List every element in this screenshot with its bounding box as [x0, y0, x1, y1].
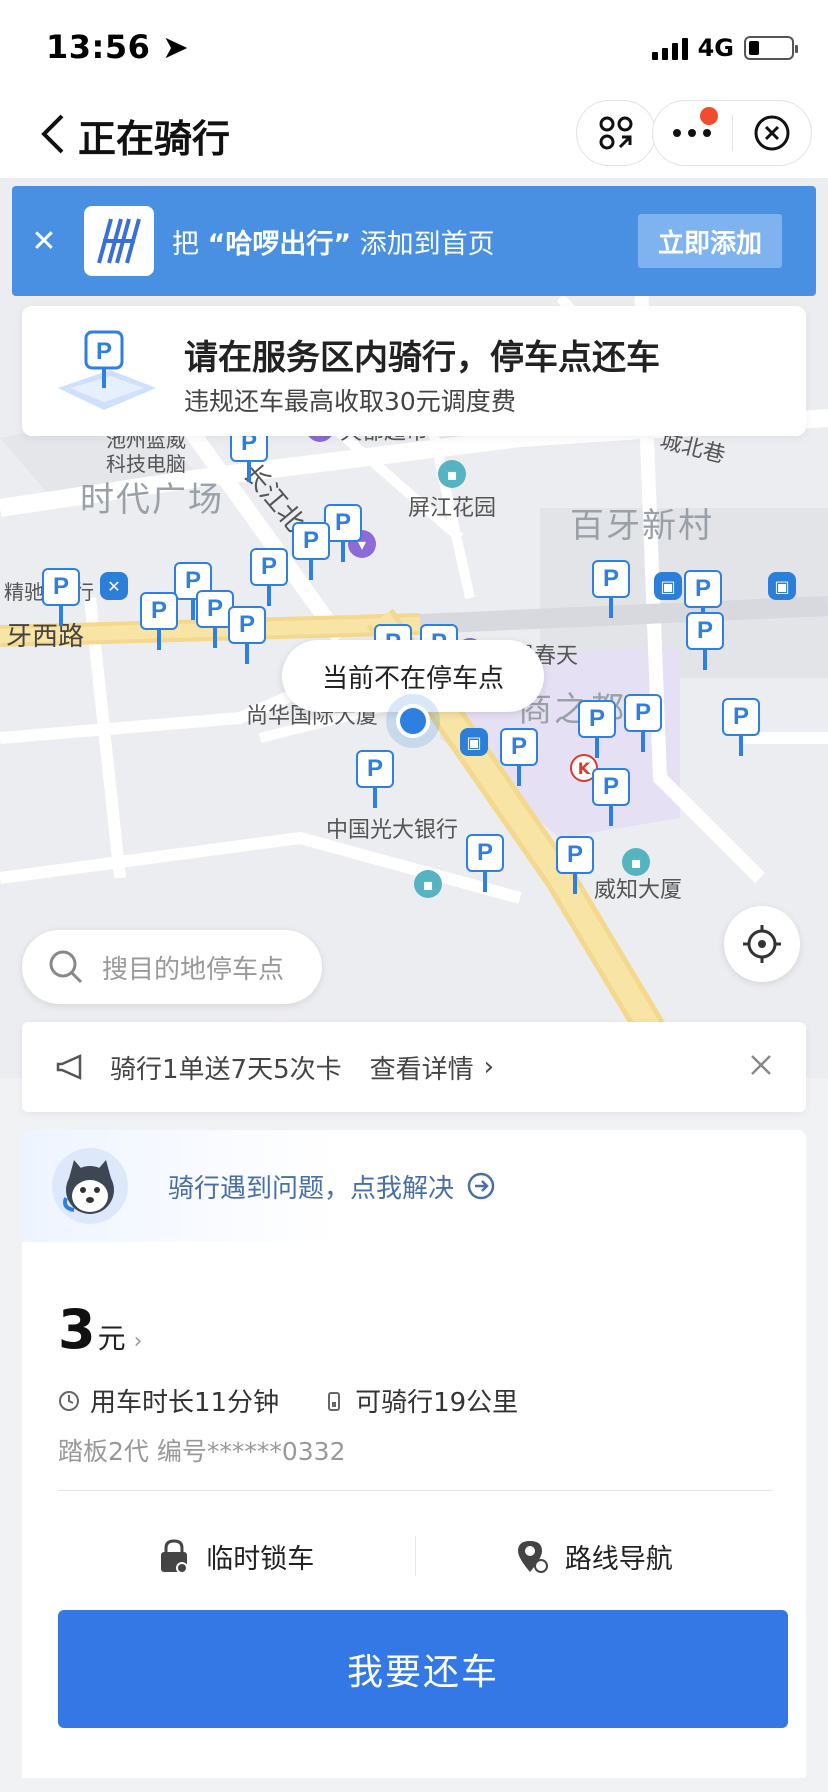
parking-marker[interactable]: P	[356, 750, 394, 808]
close-circle-icon	[754, 115, 790, 151]
ride-fee[interactable]: 3 元 ›	[58, 1298, 142, 1361]
notice-subtitle: 违规还车最高收取30元调度费	[184, 387, 516, 416]
parking-marker[interactable]: P	[624, 694, 662, 752]
title-bar: 正在骑行	[0, 90, 828, 178]
parking-marker[interactable]: P	[42, 568, 80, 626]
temporary-lock-label: 临时锁车	[206, 1543, 315, 1575]
parking-marker[interactable]: P	[592, 560, 630, 618]
promo-detail-link[interactable]: 查看详情	[370, 1049, 474, 1086]
parking-marker[interactable]: P	[722, 698, 760, 756]
user-location-marker	[396, 704, 430, 738]
more-button[interactable]	[653, 101, 732, 165]
map-view[interactable]: 天都超市 池州蓝威 科技电脑 城北巷 时代广场 长江北 屏江花园 百牙新村 精驰…	[0, 178, 828, 1078]
map-label-shidai: 时代广场	[80, 480, 224, 520]
search-icon	[49, 950, 83, 984]
network-type: 4G	[697, 34, 734, 62]
clock-icon	[59, 1390, 79, 1411]
page-title: 正在骑行	[78, 117, 231, 161]
promo-text: 骑行1单送7天5次卡	[110, 1054, 342, 1085]
add-to-home-banner: ✕ 把 “哈啰出行” 添加到首页 立即添加	[12, 186, 816, 296]
ride-info-card: 3 元 › 用车时长11分钟 可骑行19公里 踏板2代 编号******0332…	[22, 1242, 806, 1778]
husky-mascot-icon	[52, 1148, 128, 1224]
building-icon: ▪	[622, 848, 650, 876]
help-bar[interactable]: 骑行遇到问题，点我解决	[22, 1130, 806, 1242]
ride-fee-unit: 元	[97, 1322, 126, 1355]
map-label-guangda: 中国光大银行	[326, 818, 459, 843]
bus-stop-icon: ▣	[768, 572, 796, 600]
parking-marker[interactable]: P	[578, 700, 616, 758]
notification-dot	[699, 107, 718, 125]
battery-icon	[744, 36, 798, 60]
battery-level-icon	[328, 1391, 341, 1411]
return-bike-button[interactable]: 我要还车	[58, 1610, 788, 1728]
search-placeholder: 搜目的地停车点	[102, 954, 285, 985]
promo-bar[interactable]: 骑行1单送7天5次卡 查看详情 ›	[22, 1022, 806, 1112]
back-button[interactable]	[36, 110, 72, 158]
navigation-pin-icon	[517, 1541, 548, 1573]
status-bar: 13:56 ➤ 4G	[0, 0, 828, 90]
ride-range: 可骑行19公里	[355, 1388, 519, 1418]
service-area-notice: P 请在服务区内骑行，停车点还车 违规还车最高收取30元调度费	[22, 306, 806, 436]
scan-button[interactable]	[576, 100, 656, 166]
current-location-tip: 当前不在停车点	[282, 640, 544, 712]
parking-marker[interactable]: P	[686, 612, 724, 670]
destination-search-input[interactable]: 搜目的地停车点	[22, 930, 322, 1004]
parking-marker[interactable]: P	[140, 592, 178, 650]
banner-text: 把 “哈啰出行” 添加到首页	[172, 228, 495, 260]
scan-icon	[599, 116, 633, 150]
chevron-left-icon	[41, 114, 64, 154]
temporary-lock-button[interactable]: 临时锁车	[58, 1537, 415, 1576]
parking-marker[interactable]: P	[592, 768, 630, 826]
lock-icon	[161, 1539, 189, 1574]
ride-fee-amount: 3	[58, 1298, 96, 1361]
close-mini-program-button[interactable]	[733, 101, 812, 165]
locate-button[interactable]	[724, 906, 800, 982]
chevron-right-icon: ›	[483, 1052, 495, 1082]
bus-stop-icon: ▣	[460, 728, 488, 756]
route-navigation-label: 路线导航	[564, 1543, 673, 1575]
route-navigation-button[interactable]: 路线导航	[416, 1537, 773, 1576]
repair-icon: ✕	[100, 572, 128, 600]
banner-close-icon[interactable]: ✕	[12, 224, 76, 259]
map-label-weizhi: 威知大厦	[594, 878, 683, 903]
hellobike-logo-icon	[84, 206, 154, 276]
parking-marker[interactable]: P	[250, 548, 288, 606]
signal-icon	[651, 36, 688, 60]
location-arrow-icon: ➤	[162, 28, 190, 66]
parking-marker[interactable]: P	[556, 836, 594, 894]
megaphone-icon	[56, 1054, 82, 1080]
more-dots-icon	[673, 129, 712, 137]
map-label-pingjiang: 屏江花园	[408, 496, 497, 521]
svg-text:P: P	[96, 338, 112, 365]
ride-duration: 用车时长11分钟	[90, 1388, 280, 1418]
vehicle-model: 踏板2代 编号******0332	[58, 1437, 346, 1466]
map-label-jingchi: 精驰	[4, 580, 44, 604]
map-label-baiya: 百牙新村	[570, 506, 714, 546]
parking-zone-illustration-icon: P	[58, 330, 156, 410]
ride-actions: 临时锁车 路线导航	[58, 1514, 772, 1598]
mini-program-capsule	[652, 100, 812, 166]
arrow-circle-right-icon	[467, 1172, 495, 1200]
building-icon: ▪	[414, 870, 442, 898]
parking-marker[interactable]: P	[466, 834, 504, 892]
promo-close-icon[interactable]	[746, 1050, 776, 1080]
parking-marker[interactable]: P	[228, 606, 266, 664]
crosshair-icon	[743, 925, 781, 963]
chevron-right-icon: ›	[133, 1329, 143, 1354]
notice-title: 请在服务区内骑行，停车点还车	[184, 338, 660, 378]
residence-icon: ▪	[438, 460, 466, 488]
parking-marker[interactable]: P	[500, 728, 538, 786]
help-text: 骑行遇到问题，点我解决	[168, 1173, 455, 1204]
ride-meta: 用车时长11分钟 可骑行19公里	[58, 1382, 518, 1419]
bus-stop-icon: ▣	[654, 572, 682, 600]
status-time: 13:56 ➤	[46, 28, 190, 66]
parking-marker[interactable]: P	[292, 522, 330, 580]
add-to-home-button[interactable]: 立即添加	[638, 214, 782, 268]
